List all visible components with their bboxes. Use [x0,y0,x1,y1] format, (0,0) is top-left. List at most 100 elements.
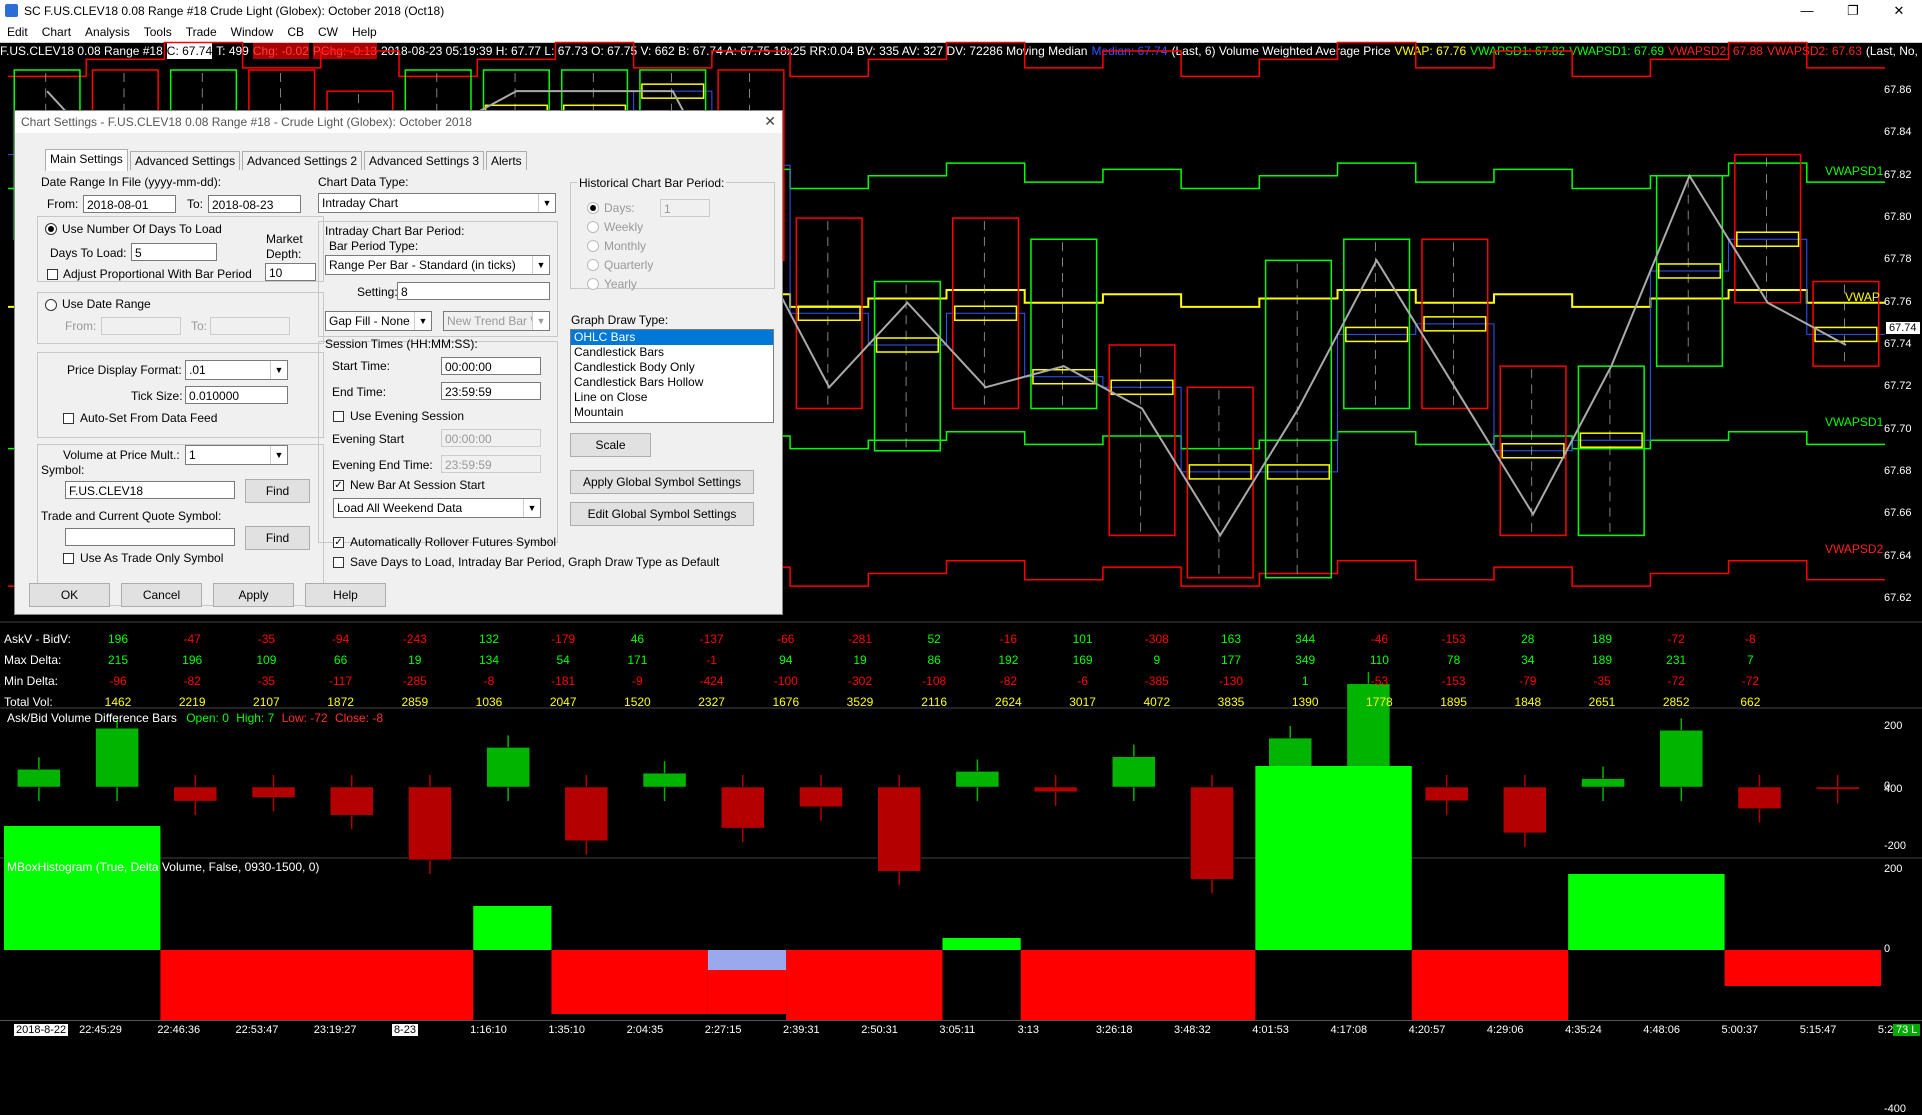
stats-value: -72 [1667,674,1685,688]
stats-value: -137 [699,632,724,646]
stats-value: -179 [551,632,576,646]
stats-value: 1390 [1291,695,1319,709]
graph-type-item[interactable]: Candlestick Bars [571,345,773,360]
hist-quarterly-radio[interactable] [587,259,599,271]
new-trend-select[interactable]: New Trend Bar W ▼ [443,311,550,331]
trade-only-checkbox[interactable] [63,553,74,564]
hist-monthly-radio[interactable] [587,240,599,252]
graph-type-item[interactable]: OHLC Bars [571,330,773,345]
time-axis-label: 5:00:37 [1721,1024,1759,1036]
tab-advanced-settings[interactable]: Advanced Settings [130,151,241,170]
graph-type-item[interactable]: Candlestick Body Only [571,360,773,375]
end-time-input[interactable]: 23:59:59 [441,382,541,400]
start-time-input[interactable]: 00:00:00 [441,357,541,375]
to2-input[interactable] [210,317,290,335]
tick-size-input[interactable]: 0.010000 [185,386,288,404]
from-label: From: [47,197,79,211]
trade-only-label: Use As Trade Only Symbol [80,551,224,565]
hist-weekly-radio[interactable] [587,221,599,233]
ok-button[interactable]: OK [29,583,110,607]
stats-value: 2047 [549,695,577,709]
trade-symbol-input[interactable] [65,528,235,546]
stats-row-label: Min Delta: [4,674,59,688]
hist-yearly-radio[interactable] [587,278,599,290]
stats-value: 78 [1446,653,1461,667]
evening-end-input[interactable]: 23:59:59 [441,455,541,473]
chevron-down-icon: ▼ [538,194,555,212]
graph-type-item[interactable]: Mountain [571,405,773,420]
stats-value: 4072 [1143,695,1171,709]
graph-type-list[interactable]: OHLC Bars Candlestick Bars Candlestick B… [570,329,774,423]
stats-value: 3529 [846,695,874,709]
askbid-panel-title: Ask/Bid Volume Difference Bars Open: 0 H… [7,711,383,725]
new-bar-checkbox[interactable]: ✓ [333,480,344,491]
stats-value: -153 [1441,674,1466,688]
cancel-button[interactable]: Cancel [121,583,202,607]
askbid-low: Low: -72 [281,711,328,725]
use-days-label: Use Number Of Days To Load [62,222,222,236]
save-default-checkbox[interactable] [333,557,344,568]
mbox-block [1724,950,1881,986]
graph-type-item[interactable]: Candlestick Bars Hollow [571,375,773,390]
chevron-down-icon: ▼ [270,446,287,464]
auto-rollover-checkbox[interactable]: ✓ [333,537,344,548]
weekend-data-value: Load All Weekend Data [337,501,463,515]
mbox-neutral-block [707,950,787,970]
dialog-close-icon[interactable]: ✕ [764,113,776,130]
setting-input[interactable]: 8 [397,282,550,300]
askbid-bar [1581,778,1625,788]
evening-start-input[interactable]: 00:00:00 [441,429,541,447]
mbox-block [1568,874,1725,950]
stats-value: -16 [999,632,1018,646]
use-days-radio[interactable] [45,223,57,235]
price-format-select[interactable]: .01 ▼ [185,360,288,380]
mbox-block [4,826,161,950]
to-date-input[interactable]: 2018-08-23 [208,195,301,213]
tab-advanced-settings-3[interactable]: Advanced Settings 3 [364,151,485,170]
gap-fill-select[interactable]: Gap Fill - None ▼ [325,311,432,331]
stats-value: -72 [1741,674,1760,688]
tab-advanced-settings-2[interactable]: Advanced Settings 2 [242,151,363,170]
stats-value: -285 [402,674,427,688]
stats-value: -308 [1144,632,1169,646]
find-trade-symbol-button[interactable]: Find [245,526,310,550]
use-date-range-radio[interactable] [45,299,57,311]
auto-set-label: Auto-Set From Data Feed [80,411,218,425]
chevron-down-icon: ▼ [532,256,549,274]
apply-global-button[interactable]: Apply Global Symbol Settings [570,470,754,494]
scale-button[interactable]: Scale [570,433,651,457]
evening-start-label: Evening Start [332,432,405,446]
find-symbol-button[interactable]: Find [245,479,310,503]
weekend-data-select[interactable]: Load All Weekend Data ▼ [333,498,541,518]
stats-value: 215 [107,653,129,667]
edit-global-button[interactable]: Edit Global Symbol Settings [570,502,754,526]
data-type-select[interactable]: Intraday Chart ▼ [318,193,556,213]
stats-value: 2852 [1662,695,1690,709]
chart-settings-dialog: Chart Settings - F.US.CLEV18 0.08 Range … [14,110,783,615]
hist-days-radio[interactable] [587,202,599,214]
tab-alerts[interactable]: Alerts [486,151,527,170]
from2-input[interactable] [101,317,181,335]
vol-mult-value: 1 [189,448,196,462]
graph-type-item[interactable]: Line on Close [571,390,773,405]
hist-days-input[interactable]: 1 [660,199,710,217]
stats-value: 196 [182,653,203,667]
adjust-proportional-checkbox[interactable] [47,269,58,280]
tab-main-settings[interactable]: Main Settings [45,149,128,171]
days-to-load-stepper[interactable]: 5 [131,243,217,261]
help-button[interactable]: Help [305,583,386,607]
evening-session-checkbox[interactable] [333,411,344,422]
data-type-label: Chart Data Type: [318,175,409,189]
vol-mult-select[interactable]: 1 ▼ [185,445,288,465]
bar-period-type-select[interactable]: Range Per Bar - Standard (in ticks) ▼ [325,255,550,275]
gap-fill-value: Gap Fill - None [329,314,410,328]
trade-symbol-label: Trade and Current Quote Symbol: [41,509,222,523]
from-date-input[interactable]: 2018-08-01 [83,195,176,213]
market-depth-input[interactable]: 10 [265,263,316,281]
symbol-input[interactable]: F.US.CLEV18 [65,481,235,499]
time-axis-label: 4:20:57 [1408,1024,1446,1036]
stats-row-totalvol: Total Vol: 1462 2219 2107 1872 2859 1036 2047 15… [0,693,1890,712]
apply-button[interactable]: Apply [213,583,294,607]
auto-set-checkbox[interactable] [63,413,74,424]
askbid-title: Ask/Bid Volume Difference Bars [7,711,177,725]
